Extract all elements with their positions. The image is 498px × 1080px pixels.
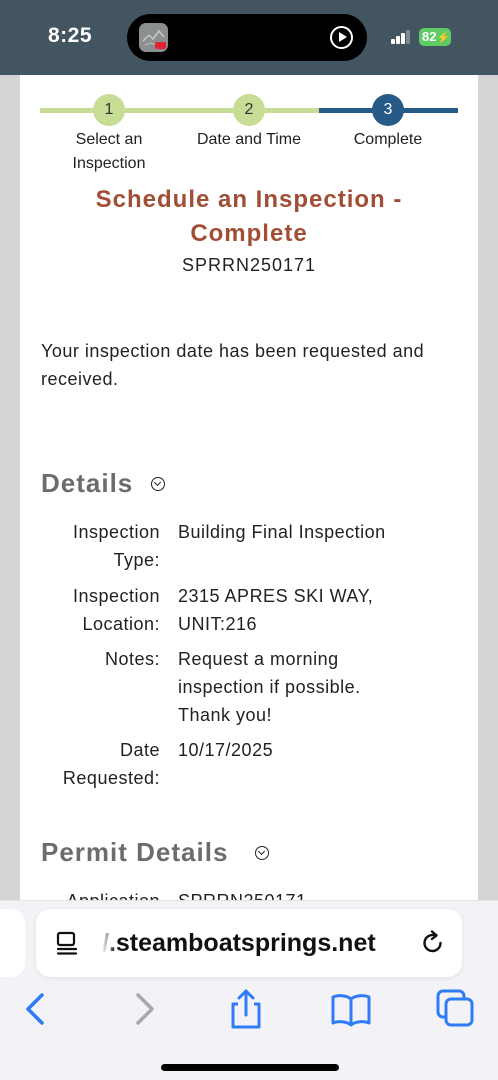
screen-recording-app-icon	[139, 23, 168, 52]
play-icon	[330, 26, 353, 49]
page-menu-icon[interactable]	[56, 931, 78, 955]
step-number: 2	[233, 94, 265, 126]
step-3: 3 Complete	[318, 94, 458, 152]
step-1: 1 Select an Inspection	[39, 94, 179, 176]
detail-value: 10/17/2025	[178, 740, 274, 760]
chevron-down-icon[interactable]	[255, 846, 269, 860]
share-icon[interactable]	[224, 987, 268, 1031]
url-fade	[102, 927, 116, 959]
detail-label: Inspection Type:	[72, 522, 160, 570]
step-number: 1	[93, 94, 125, 126]
home-indicator	[161, 1064, 339, 1071]
browser-bottom-bar: /.steamboatsprings.net	[0, 900, 498, 1080]
details-heading-label: Details	[41, 468, 134, 498]
status-time: 8:25	[48, 24, 93, 47]
battery-charging-icon: 82⚡	[419, 28, 451, 46]
url-text[interactable]: /.steamboatsprings.net	[102, 929, 376, 958]
step-label: Date and Time	[196, 131, 302, 148]
step-number: 3	[372, 94, 404, 126]
record-id: SPRRN250171	[181, 255, 317, 275]
previous-tab-preview[interactable]	[0, 909, 25, 977]
forward-icon[interactable]	[122, 987, 166, 1031]
reload-icon[interactable]	[420, 930, 446, 956]
detail-value: Request a morning inspection if possible…	[178, 649, 361, 725]
dynamic-island[interactable]	[127, 14, 367, 61]
page-title: Schedule an Inspection - Complete	[95, 186, 403, 247]
details-heading[interactable]: Details	[41, 468, 133, 499]
cellular-signal-icon	[391, 29, 411, 44]
bookmarks-icon[interactable]	[329, 987, 373, 1031]
web-page: 1 Select an Inspection 2 Date and Time 3…	[20, 75, 478, 900]
step-label: Select an Inspection	[72, 131, 146, 172]
status-bar: 8:25 82⚡	[0, 0, 498, 75]
step-2: 2 Date and Time	[179, 94, 319, 152]
detail-label: Inspection Location:	[72, 586, 160, 634]
browser-toolbar	[0, 987, 498, 1031]
address-bar[interactable]: /.steamboatsprings.net	[36, 909, 462, 977]
step-label: Complete	[353, 131, 423, 148]
detail-value: SPRRN250171	[178, 887, 448, 900]
detail-label: Date Requested:	[62, 740, 160, 788]
back-icon[interactable]	[14, 987, 58, 1031]
detail-value: Building Final Inspection	[178, 522, 386, 542]
detail-value: 2315 APRES SKI WAY, UNIT:216	[178, 586, 374, 634]
tabs-icon[interactable]	[433, 987, 477, 1031]
detail-label: Notes:	[104, 649, 160, 669]
chevron-down-icon[interactable]	[151, 477, 165, 491]
permit-details-heading[interactable]: Permit Details	[41, 837, 228, 868]
permit-details-heading-label: Permit Details	[41, 837, 229, 867]
confirmation-message: Your inspection date has been requested …	[41, 341, 425, 389]
battery-level: 82	[422, 29, 437, 44]
detail-label: Application	[50, 887, 160, 900]
